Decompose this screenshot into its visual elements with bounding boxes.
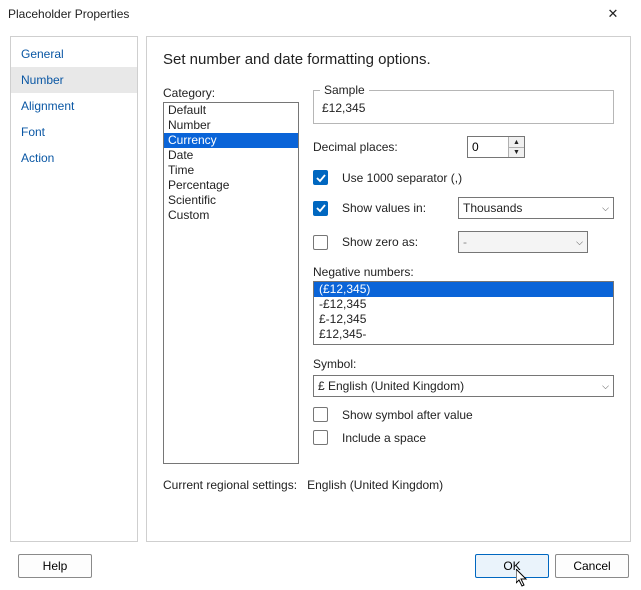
spinner-up-button[interactable]: ▲ [509,137,524,147]
close-icon: ✕ [608,6,619,22]
spinner-down-button[interactable]: ▼ [509,147,524,157]
include-space-checkbox[interactable] [313,430,328,445]
window-title: Placeholder Properties [8,7,593,21]
sample-group: Sample £12,345 [313,90,614,124]
category-option-currency[interactable]: Currency [164,133,298,148]
options-column: Sample £12,345 Decimal places: ▲ ▼ [313,86,614,445]
negative-option[interactable]: £12,345- [314,327,613,342]
sidebar-item-label: General [21,47,64,61]
category-option-custom[interactable]: Custom [164,208,298,223]
regional-label: Current regional settings: [163,478,297,492]
show-zero-label: Show zero as: [342,235,450,249]
show-zero-select[interactable]: - ⌵ [458,231,588,253]
decimal-label: Decimal places: [313,140,433,154]
show-zero-value: - [463,235,572,249]
show-values-row: Show values in: Thousands ⌵ [313,197,614,219]
show-zero-checkbox[interactable] [313,235,328,250]
category-option-time[interactable]: Time [164,163,298,178]
category-label: Category: [163,86,299,100]
cancel-button[interactable]: Cancel [555,554,629,578]
content-row: Category: Default Number Currency Date T… [163,86,614,464]
include-space-row: Include a space [313,430,614,445]
dialog-footer: Help OK Cancel [0,542,641,590]
sidebar-item-label: Action [21,151,54,165]
sidebar-item-action[interactable]: Action [11,145,137,171]
ok-button[interactable]: OK [475,554,549,578]
category-option-number[interactable]: Number [164,118,298,133]
dialog-body: General Number Alignment Font Action Set… [0,28,641,542]
button-label: OK [503,559,520,573]
main-panel: Set number and date formatting options. … [146,36,631,542]
sidebar-item-font[interactable]: Font [11,119,137,145]
category-option-scientific[interactable]: Scientific [164,193,298,208]
category-option-default[interactable]: Default [164,103,298,118]
show-values-label: Show values in: [342,201,450,215]
check-icon [316,203,326,213]
chevron-down-icon: ▼ [513,149,520,156]
sidebar-item-number[interactable]: Number [11,67,137,93]
regional-settings: Current regional settings: English (Unit… [163,478,614,492]
sidebar-item-label: Number [21,73,64,87]
show-symbol-after-label: Show symbol after value [342,408,473,422]
negative-listbox[interactable]: (£12,345) -£12,345 £-12,345 £12,345- [313,281,614,345]
titlebar: Placeholder Properties ✕ [0,0,641,28]
use-separator-checkbox[interactable] [313,170,328,185]
sample-legend: Sample [320,83,369,97]
negative-option[interactable]: (£12,345) [314,282,613,297]
sidebar-item-alignment[interactable]: Alignment [11,93,137,119]
category-column: Category: Default Number Currency Date T… [163,86,299,464]
sidebar-item-general[interactable]: General [11,41,137,67]
decimal-input[interactable] [468,137,508,157]
sidebar-item-label: Alignment [21,99,74,113]
chevron-down-icon: ⌵ [598,203,609,214]
sidebar-item-label: Font [21,125,45,139]
button-label: Cancel [573,559,610,573]
include-space-label: Include a space [342,431,426,445]
show-values-checkbox[interactable] [313,201,328,216]
button-label: Help [43,559,68,573]
page-heading: Set number and date formatting options. [163,51,614,68]
sample-value: £12,345 [322,101,605,115]
sidebar: General Number Alignment Font Action [10,36,138,542]
chevron-down-icon: ⌵ [572,237,583,248]
symbol-value: £ English (United Kingdom) [318,379,598,393]
use-separator-label: Use 1000 separator (,) [342,171,462,185]
symbol-after-row: Show symbol after value [313,407,614,422]
close-button[interactable]: ✕ [593,0,633,28]
symbol-label: Symbol: [313,357,614,371]
separator-row: Use 1000 separator (,) [313,170,614,185]
chevron-down-icon: ⌵ [598,381,609,392]
category-option-percentage[interactable]: Percentage [164,178,298,193]
decimal-row: Decimal places: ▲ ▼ [313,136,614,158]
chevron-up-icon: ▲ [513,139,520,146]
regional-value: English (United Kingdom) [307,478,443,492]
help-button[interactable]: Help [18,554,92,578]
negative-label: Negative numbers: [313,265,614,279]
check-icon [316,173,326,183]
spinner-buttons: ▲ ▼ [508,137,524,157]
category-option-date[interactable]: Date [164,148,298,163]
show-values-select[interactable]: Thousands ⌵ [458,197,614,219]
dialog-window: Placeholder Properties ✕ General Number … [0,0,641,590]
decimal-spinner[interactable]: ▲ ▼ [467,136,525,158]
symbol-select[interactable]: £ English (United Kingdom) ⌵ [313,375,614,397]
show-values-value: Thousands [463,201,598,215]
show-symbol-after-checkbox[interactable] [313,407,328,422]
show-zero-row: Show zero as: - ⌵ [313,231,614,253]
category-listbox[interactable]: Default Number Currency Date Time Percen… [163,102,299,464]
negative-option[interactable]: £-12,345 [314,312,613,327]
negative-option[interactable]: -£12,345 [314,297,613,312]
